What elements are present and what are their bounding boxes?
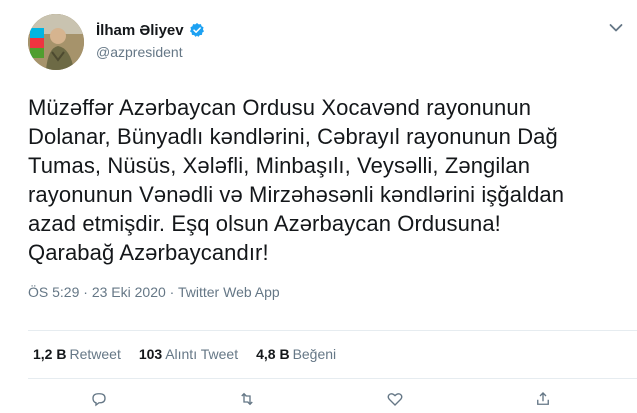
tweet-actions (90, 390, 552, 408)
tweet-time[interactable]: ÖS 5:29 (28, 284, 79, 300)
tweet-card: İlham Əliyev @azpresident Müzəffər Azərb… (0, 0, 637, 400)
divider (28, 378, 637, 379)
chevron-down-icon[interactable] (609, 20, 623, 32)
tweet-text: Müzəffər Azərbaycan Ordusu Xocavənd rayo… (28, 93, 628, 267)
tweet-text-line: Qarabağ Azərbaycandır! (28, 240, 269, 265)
tweet-source[interactable]: Twitter Web App (178, 284, 280, 300)
tweet-text-line: Tumas, Nüsüs, Xələfli, Minbaşılı, Veysəl… (28, 153, 531, 178)
quote-count: 103 (138, 346, 163, 362)
like-stat[interactable]: 4,8 B Beğeni (256, 346, 336, 362)
tweet-text-line: Müzəffər Azərbaycan Ordusu Xocavənd rayo… (28, 95, 532, 120)
quote-label: Alıntı Tweet (165, 346, 239, 362)
heart-icon[interactable] (386, 390, 404, 408)
name-row: İlham Əliyev (96, 22, 205, 38)
divider (28, 330, 637, 331)
tweet-meta: ÖS 5:29 · 23 Eki 2020 · Twitter Web App (28, 284, 619, 300)
tweet-text-line: Dolanar, Bünyadlı kəndlərini, Cəbrayıl r… (28, 124, 558, 149)
retweet-label: Retweet (69, 346, 121, 362)
meta-separator: · (83, 284, 88, 300)
verified-badge-icon (189, 22, 205, 38)
meta-separator: · (169, 284, 175, 300)
tweet-text-line: azad etmişdir. Eşq olsun Azərbaycan Ordu… (28, 211, 501, 236)
author-info: İlham Əliyev @azpresident (96, 22, 205, 59)
avatar-image (28, 14, 84, 70)
tweet-stats: 1,2 B Retweet 103 Alıntı Tweet 4,8 B Beğeni (33, 346, 336, 362)
tweet-header: İlham Əliyev @azpresident (28, 12, 619, 70)
retweet-stat[interactable]: 1,2 B Retweet (33, 346, 121, 362)
tweet-date[interactable]: 23 Eki 2020 (92, 284, 166, 300)
tweet-text-line: rayonunun Vənədli və Mirzəhəsənli kəndlə… (28, 182, 565, 207)
retweet-icon[interactable] (238, 390, 256, 408)
like-label: Beğeni (292, 346, 337, 362)
avatar[interactable] (28, 14, 84, 70)
handle[interactable]: @azpresident (96, 45, 205, 59)
reply-icon[interactable] (90, 390, 108, 408)
share-icon[interactable] (534, 390, 552, 408)
display-name[interactable]: İlham Əliyev (96, 23, 184, 38)
quote-stat[interactable]: 103 Alıntı Tweet (139, 346, 238, 362)
retweet-count: 1,2 B (33, 346, 67, 362)
like-count: 4,8 B (256, 346, 290, 362)
